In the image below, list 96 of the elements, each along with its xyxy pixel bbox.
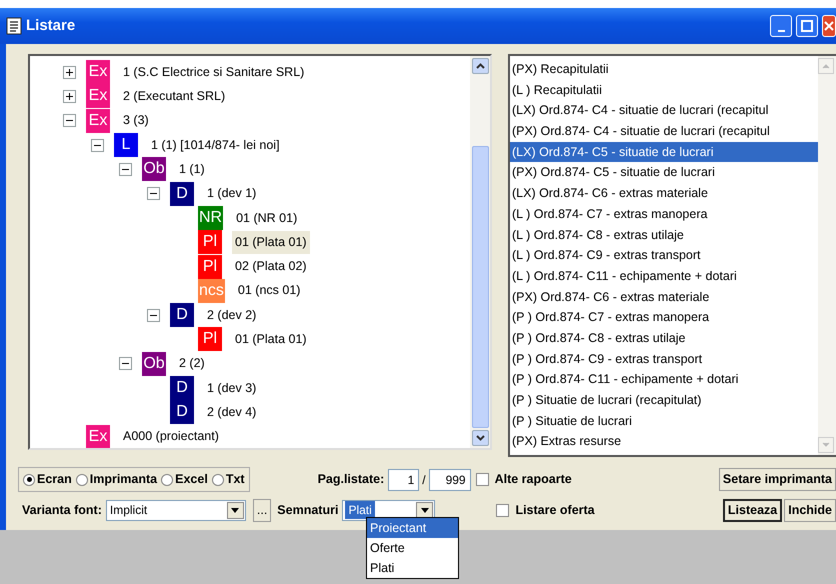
dropdown-arrow-icon bbox=[420, 508, 429, 512]
node-tag: D bbox=[170, 400, 194, 424]
report-item[interactable]: (L ) Recapitulatii bbox=[510, 80, 818, 100]
report-item[interactable]: (P ) Ord.874- C9 - extras transport bbox=[510, 348, 818, 370]
node-tag: D bbox=[170, 376, 194, 400]
close-icon bbox=[824, 21, 834, 31]
report-item[interactable]: (L ) Ord.874- C7 - extras manopera bbox=[510, 204, 818, 224]
page-from-field[interactable]: 1 bbox=[388, 468, 420, 490]
signatures-label: Semnaturi bbox=[277, 502, 338, 519]
tree-item[interactable]: 1 (dev 1) bbox=[204, 182, 260, 205]
node-tag: Ob bbox=[142, 352, 166, 376]
report-item[interactable]: (P ) Ord.874- C7 - extras manopera bbox=[510, 307, 818, 328]
browse-button[interactable]: ... bbox=[252, 498, 272, 522]
scroll-up-button[interactable] bbox=[472, 58, 488, 74]
radio-option[interactable]: Excel bbox=[161, 470, 208, 489]
maximize-icon bbox=[801, 20, 813, 32]
tree-item[interactable]: 2 (dev 4) bbox=[204, 400, 260, 424]
tree-item[interactable]: 2 (dev 2) bbox=[204, 304, 260, 326]
node-tag: Pl bbox=[198, 327, 222, 352]
tree-item[interactable]: 1 (1) [1014/874- lei noi] bbox=[148, 134, 283, 156]
dropdown-arrow-icon bbox=[231, 508, 240, 512]
close-button[interactable] bbox=[822, 15, 836, 37]
tree-item[interactable]: 2 (2) bbox=[176, 352, 208, 376]
tree-item[interactable]: 1 (dev 3) bbox=[204, 376, 260, 400]
node-tag: D bbox=[170, 303, 194, 328]
node-tag: L bbox=[114, 133, 138, 158]
report-item[interactable]: (P ) Ord.874- C11 - echipamente + dotari bbox=[510, 369, 818, 390]
radio-option[interactable]: Ecran bbox=[23, 470, 72, 489]
scrollbar-thumb[interactable] bbox=[472, 146, 488, 428]
action-button[interactable]: Setare imprimanta bbox=[718, 468, 836, 491]
node-tag: Pl bbox=[198, 230, 222, 254]
report-item[interactable]: (PX) Ord.874- C5 - situatie de lucrari bbox=[510, 162, 818, 184]
tree-toggle[interactable] bbox=[147, 187, 160, 200]
tree-item[interactable]: 1 (1) bbox=[176, 158, 208, 181]
plus-icon bbox=[65, 92, 74, 101]
tree-item[interactable]: 01 (ncs 01) bbox=[234, 279, 304, 302]
tree-toggle[interactable] bbox=[63, 114, 76, 128]
node-tag: ncs bbox=[198, 278, 225, 303]
tree-item[interactable]: 01 (NR 01) bbox=[233, 206, 300, 230]
tree-toggle[interactable] bbox=[91, 138, 104, 152]
minimize-button[interactable] bbox=[770, 15, 792, 37]
node-tag: Ob bbox=[142, 157, 166, 182]
action-button[interactable]: Listeaza bbox=[722, 498, 782, 522]
tree-item[interactable]: 01 (Plata 01) bbox=[232, 328, 310, 351]
tree-toggle[interactable] bbox=[147, 308, 160, 322]
tree-toggle[interactable] bbox=[119, 357, 132, 370]
tree-toggle[interactable] bbox=[63, 90, 76, 103]
font-variant-select[interactable]: Implicit bbox=[106, 500, 246, 520]
report-item[interactable]: (P ) Situatie de lucrari (recapitulat) bbox=[510, 390, 818, 411]
tree-item[interactable]: 2 (Executant SRL) bbox=[120, 85, 228, 108]
pages-label: Pag.listate: bbox=[318, 471, 384, 488]
dropdown-option[interactable]: Proiectant bbox=[367, 518, 458, 538]
node-tag: Ex bbox=[86, 60, 110, 84]
maximize-button[interactable] bbox=[796, 15, 818, 37]
node-tag: Pl bbox=[198, 254, 222, 279]
document-icon bbox=[6, 17, 22, 35]
tree-toggle[interactable] bbox=[119, 162, 132, 176]
scroll-down-button[interactable] bbox=[472, 430, 488, 446]
window-title: Listare bbox=[26, 16, 76, 36]
dropdown-option[interactable]: Plati bbox=[367, 558, 458, 578]
report-item[interactable]: (PX) Recapitulatii bbox=[510, 59, 818, 80]
radio-option[interactable]: Imprimanta bbox=[76, 470, 158, 489]
report-item[interactable]: (L ) Ord.874- C8 - extras utilaje bbox=[510, 224, 818, 246]
report-item[interactable]: (L ) Ord.874- C11 - echipamente + dotari bbox=[510, 266, 818, 287]
chevron-up-icon bbox=[476, 63, 484, 70]
node-tag: Ex bbox=[86, 84, 110, 108]
chevron-down-icon bbox=[476, 434, 484, 441]
page-separator: / bbox=[422, 472, 426, 488]
tree-item[interactable]: 3 (3) bbox=[120, 109, 152, 132]
dropdown-option[interactable]: Oferte bbox=[367, 538, 458, 558]
report-item[interactable]: (LX) Ord.874- C4 - situatie de lucrari (recapitul bbox=[510, 100, 818, 122]
tree-item[interactable]: 1 (S.C Electrice si Sanitare SRL) bbox=[120, 60, 308, 84]
plus-icon bbox=[65, 68, 74, 77]
tree-item[interactable]: A000 (proiectant) bbox=[120, 425, 222, 448]
radio-option[interactable]: Txt bbox=[212, 470, 245, 489]
checkbox[interactable]: Listare oferta bbox=[496, 500, 595, 520]
report-item[interactable]: (L ) Ord.874- C9 - extras transport bbox=[510, 245, 818, 266]
node-tag: D bbox=[170, 182, 194, 206]
report-item[interactable]: (LX) Ord.874- C5 - situatie de lucrari bbox=[510, 142, 818, 162]
node-tag: NR bbox=[198, 206, 224, 230]
tree-toggle[interactable] bbox=[63, 66, 76, 79]
report-item[interactable]: (P ) Situatie de lucrari bbox=[510, 410, 818, 432]
page-to-field[interactable]: 999 bbox=[428, 468, 471, 490]
action-button[interactable]: Inchide bbox=[784, 498, 836, 522]
report-item[interactable]: (PX) Ord.874- C4 - situatie de lucrari (recapitul bbox=[510, 121, 818, 142]
font-variant-label: Varianta font: bbox=[22, 502, 102, 519]
minimize-icon bbox=[778, 30, 784, 32]
tree-item[interactable]: 02 (Plata 02) bbox=[232, 255, 310, 278]
report-item[interactable]: (LX) Ord.874- C6 - extras materiale bbox=[510, 183, 818, 204]
node-tag: Ex bbox=[86, 424, 110, 448]
node-tag: Ex bbox=[86, 108, 110, 133]
report-item[interactable]: (PX) Extras resurse bbox=[510, 431, 818, 452]
report-item[interactable]: (PX) Ord.874- C6 - extras materiale bbox=[510, 286, 818, 308]
checkbox[interactable]: Alte rapoarte bbox=[476, 470, 572, 489]
report-item[interactable]: (P ) Ord.874- C8 - extras utilaje bbox=[510, 328, 818, 349]
tree-item[interactable]: 01 (Plata 01) bbox=[232, 230, 310, 254]
